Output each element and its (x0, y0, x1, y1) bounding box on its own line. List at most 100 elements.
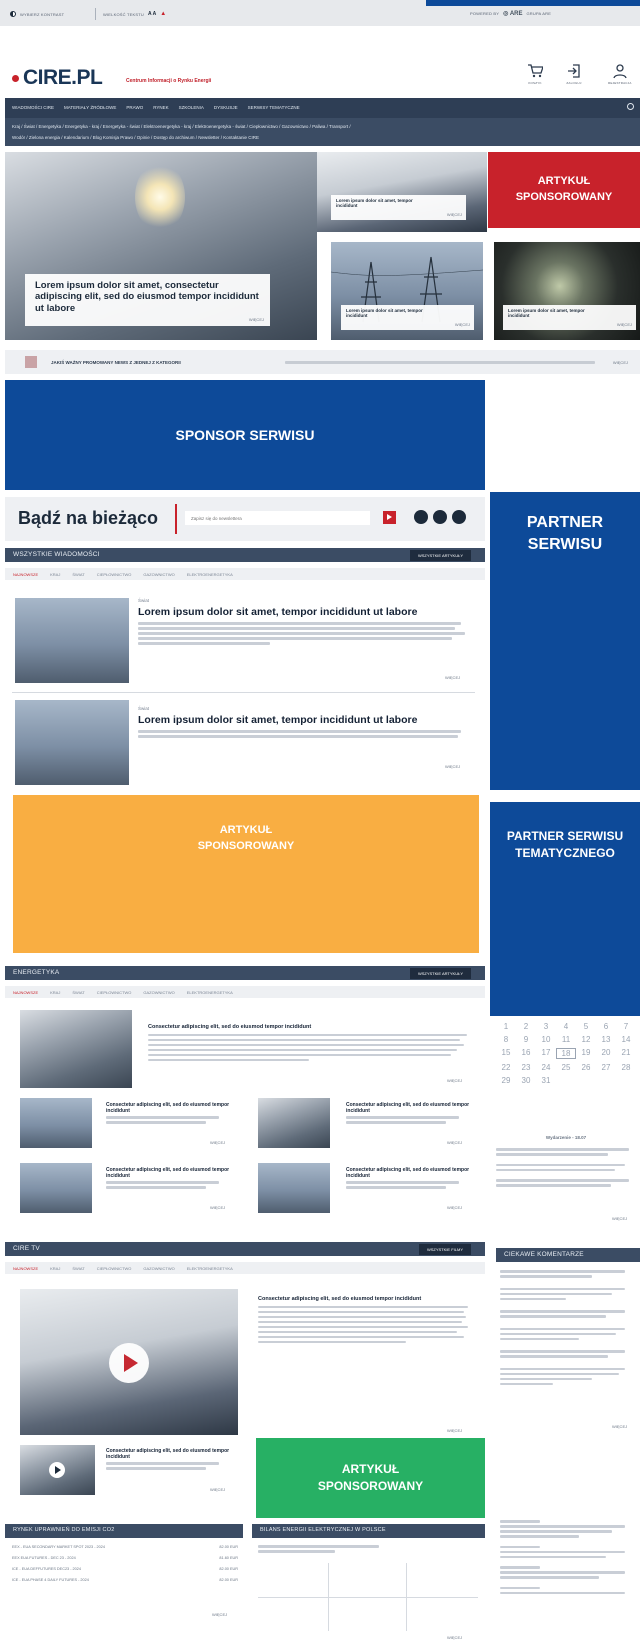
primary-nav-item[interactable]: Dyskusje (214, 105, 238, 110)
secondary-nav-line2[interactable]: Wodór / Zielona energia / Kalendarium / … (12, 135, 259, 140)
market-more[interactable]: więcej (212, 1612, 227, 1617)
hero-sponsored-red[interactable]: ARTYKUŁ SPONSOROWANY (488, 152, 640, 228)
energetyka-item2-title[interactable]: Consectetur adipiscing elit, sed do eius… (346, 1102, 471, 1114)
news-article2-image[interactable] (15, 700, 129, 785)
calendar-day[interactable]: 23 (516, 1063, 536, 1072)
calendar-day[interactable]: 7 (616, 1022, 636, 1031)
newsletter-email-input[interactable] (185, 511, 370, 525)
market-row[interactable]: EEX EUA FUTURES - DEC 23 - 2024 81.60 EUR (12, 1556, 238, 1561)
calendar-day[interactable]: 18 (556, 1048, 576, 1059)
energetyka-item1[interactable]: Consectetur adipiscing elit, sed do eius… (106, 1102, 231, 1126)
register-button[interactable]: Rejestracja (608, 63, 632, 85)
section-tab[interactable]: Najnowsze (13, 990, 38, 995)
market-row[interactable]: EEX - EUA SECONDARY MARKET SPOT 2023 - 2… (12, 1545, 238, 1550)
hero-small1-more[interactable]: więcej (447, 212, 462, 217)
primary-nav-item[interactable]: Wiadomości CIRE (12, 105, 54, 110)
section-tab[interactable]: Gazownictwo (143, 990, 174, 995)
calendar-day[interactable]: 21 (616, 1048, 636, 1059)
energetyka-lead-title[interactable]: Consectetur adipiscing elit, sed do eius… (148, 1024, 470, 1031)
cire-tv-item[interactable]: Consectetur adipiscing elit, sed do eius… (106, 1448, 231, 1472)
section-tab[interactable]: Kraj (50, 990, 60, 995)
energetyka-all-button[interactable]: wszystkie artykuły (409, 968, 471, 979)
primary-nav-item[interactable]: Serwisy tematyczne (248, 105, 300, 110)
cire-tv-item-title[interactable]: Consectetur adipiscing elit, sed do eius… (106, 1448, 231, 1460)
text-size-icons[interactable]: A A (148, 11, 156, 17)
section-tab[interactable]: Kraj (50, 572, 60, 577)
hero-small2-more[interactable]: więcej (455, 322, 470, 327)
hero-small3-title[interactable]: Lorem ipsum dolor sit amet, tempor incid… (508, 308, 598, 319)
partner-tematyczny-banner[interactable]: PARTNER SERWISU TEMATYCZNEGO (490, 802, 640, 1016)
section-tab[interactable]: Elektroenergetyka (187, 1266, 233, 1271)
contrast-control[interactable]: WYBIERZ KONTRAST (10, 11, 64, 17)
calendar-day[interactable]: 28 (616, 1063, 636, 1072)
hero-main-more[interactable]: więcej (249, 317, 264, 322)
primary-nav-item[interactable]: Rynek (153, 105, 168, 110)
market-row[interactable]: ICE - EUA PHASE 4 DAILY FUTURES - 2024 82… (12, 1578, 238, 1583)
calendar-day[interactable]: 11 (556, 1035, 576, 1044)
energetyka-item3-more[interactable]: więcej (210, 1205, 225, 1210)
cire-tv-item-more[interactable]: więcej (210, 1487, 225, 1492)
calendar-day[interactable]: 14 (616, 1035, 636, 1044)
energetyka-item3-image[interactable] (20, 1163, 92, 1213)
news-article1[interactable]: Świat Lorem ipsum dolor sit amet, tempor… (138, 598, 468, 647)
calendar-day[interactable]: 20 (596, 1048, 616, 1059)
calendar-day[interactable]: 19 (576, 1048, 596, 1059)
hero-small3-more[interactable]: więcej (617, 322, 632, 327)
section-tab[interactable]: Elektroenergetyka (187, 990, 233, 995)
energetyka-item2-more[interactable]: więcej (447, 1140, 462, 1145)
section-tab[interactable]: Najnowsze (13, 572, 38, 577)
calendar-day[interactable]: 26 (576, 1063, 596, 1072)
facebook-icon[interactable] (414, 510, 428, 524)
calendar-day[interactable]: 27 (596, 1063, 616, 1072)
hero-main-caption[interactable]: Lorem ipsum dolor sit amet, consectetur … (25, 274, 270, 326)
energetyka-lead[interactable]: Consectetur adipiscing elit, sed do eius… (148, 1024, 470, 1064)
cire-tv-lead-more[interactable]: więcej (447, 1428, 462, 1433)
hero-small2-caption[interactable]: Lorem ipsum dolor sit amet, tempor incid… (341, 305, 474, 330)
energetyka-item3[interactable]: Consectetur adipiscing elit, sed do eius… (106, 1167, 231, 1191)
market-row[interactable]: ICE - EUA DEFFUTURES DEC23 - 2024 82.00 E… (12, 1567, 238, 1572)
calendar-day[interactable]: 5 (576, 1022, 596, 1031)
hero-small3-caption[interactable]: Lorem ipsum dolor sit amet, tempor incid… (503, 305, 636, 330)
calendar-day[interactable]: 31 (536, 1076, 556, 1085)
calendar-day[interactable]: 12 (576, 1035, 596, 1044)
calendar-day[interactable]: 10 (536, 1035, 556, 1044)
hero-small1-image[interactable] (317, 152, 487, 232)
promo-ticker[interactable]: JAKIŚ WAŻNY PROMOWANY NEWS Z JEDNEJ Z KA… (5, 350, 640, 374)
section-tab[interactable]: Świat (72, 990, 84, 995)
energetyka-item4[interactable]: Consectetur adipiscing elit, sed do eius… (346, 1167, 471, 1191)
calendar-day[interactable]: 30 (516, 1076, 536, 1085)
energetyka-item1-more[interactable]: więcej (210, 1140, 225, 1145)
cire-tv-lead-video[interactable] (20, 1289, 238, 1435)
energetyka-lead-image[interactable] (20, 1010, 132, 1088)
are-logo[interactable]: ◎ ARE (503, 10, 522, 17)
calendar-day[interactable]: 22 (496, 1063, 516, 1072)
sponsored-green-banner[interactable]: ARTYKUŁ SPONSOROWANY (256, 1438, 485, 1518)
calendar-day[interactable]: 1 (496, 1022, 516, 1031)
primary-nav-item[interactable]: Szkolenia (179, 105, 204, 110)
calendar-day[interactable]: 2 (516, 1022, 536, 1031)
energetyka-item3-title[interactable]: Consectetur adipiscing elit, sed do eius… (106, 1167, 231, 1179)
sponsor-serwisu-banner[interactable]: SPONSOR SERWISU (5, 380, 485, 490)
cire-tv-item-video[interactable] (20, 1445, 95, 1495)
energetyka-item4-title[interactable]: Consectetur adipiscing elit, sed do eius… (346, 1167, 471, 1179)
primary-nav-item[interactable]: Prawo (126, 105, 143, 110)
secondary-nav-line1[interactable]: Kraj / Świat / Energetyka / Energetyka -… (12, 124, 351, 129)
hero-main-title[interactable]: Lorem ipsum dolor sit amet, consectetur … (35, 280, 260, 314)
newsletter-submit-button[interactable] (383, 511, 396, 524)
linkedin-icon[interactable] (433, 510, 447, 524)
cire-tv-all-button[interactable]: wszystkie filmy (418, 1244, 471, 1255)
section-tab[interactable]: Świat (72, 1266, 84, 1271)
news-article1-more[interactable]: więcej (445, 675, 460, 680)
section-tab[interactable]: Elektroenergetyka (187, 572, 233, 577)
calendar-day[interactable]: 6 (596, 1022, 616, 1031)
calendar-day[interactable]: 9 (516, 1035, 536, 1044)
calendar-day[interactable]: 16 (516, 1048, 536, 1059)
energetyka-item1-image[interactable] (20, 1098, 92, 1148)
hero-small2-title[interactable]: Lorem ipsum dolor sit amet, tempor incid… (346, 308, 436, 319)
section-tab[interactable]: Ciepłownictwo (97, 572, 132, 577)
bell-icon[interactable]: ▲ (160, 11, 166, 17)
text-size-control[interactable]: WIELKOŚĆ TEKSTU A A ▲ (103, 11, 166, 17)
site-logo[interactable]: CIRE.PL (12, 66, 103, 90)
calendar-day[interactable]: 24 (536, 1063, 556, 1072)
section-tab[interactable]: Ciepłownictwo (97, 990, 132, 995)
